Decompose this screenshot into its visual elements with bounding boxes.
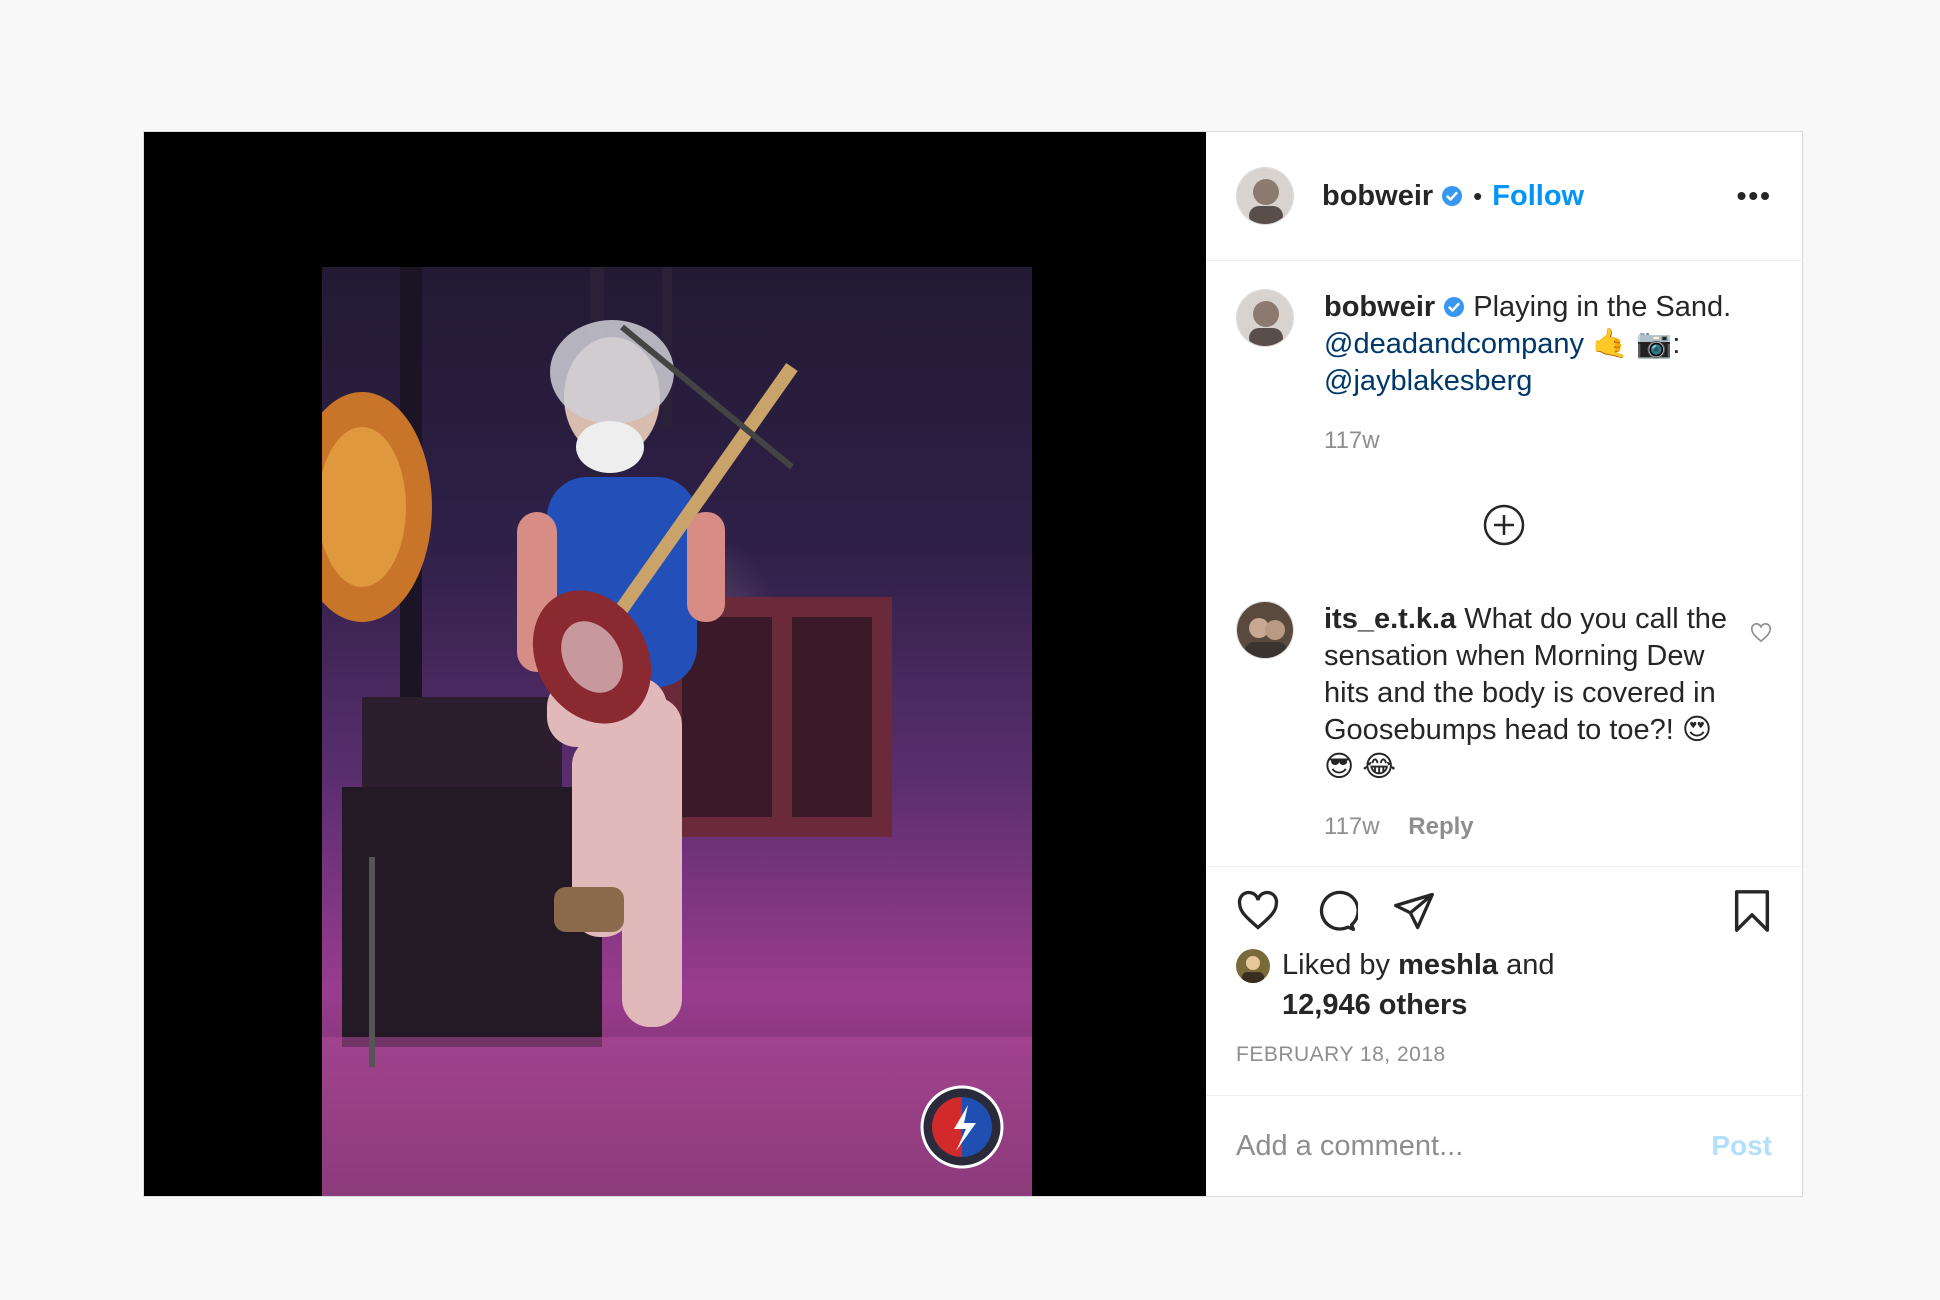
bookmark-icon[interactable] <box>1732 888 1772 934</box>
comment-text: its_e.t.k.a What do you call the sensati… <box>1324 601 1750 786</box>
liker-username[interactable]: meshla <box>1398 949 1498 981</box>
author-avatar[interactable] <box>1236 167 1294 225</box>
concert-photo-illustration <box>322 267 1032 1196</box>
post-dialog: bobweir • Follow ••• bobweir Playing in … <box>143 131 1803 1197</box>
comments-section[interactable]: bobweir Playing in the Sand. @deadandcom… <box>1206 261 1802 866</box>
post-photo <box>322 267 1032 1196</box>
mention-jayblakesberg[interactable]: @jayblakesberg <box>1324 365 1532 397</box>
comment-age[interactable]: 117w <box>1324 813 1380 840</box>
caption-text: bobweir Playing in the Sand. @deadandcom… <box>1324 289 1754 400</box>
caption-avatar[interactable] <box>1236 289 1294 347</box>
heart-icon[interactable] <box>1236 890 1280 932</box>
verified-badge-icon <box>1441 185 1463 207</box>
comment-item: its_e.t.k.a What do you call the sensati… <box>1236 601 1772 845</box>
mention-deadandcompany[interactable]: @deadandcompany <box>1324 328 1584 360</box>
caption-username[interactable]: bobweir <box>1324 291 1435 323</box>
comment-meta: 117w Reply <box>1324 808 1750 845</box>
more-options-icon[interactable]: ••• <box>1737 182 1772 210</box>
verified-badge-icon <box>1443 291 1465 317</box>
share-icon[interactable] <box>1392 889 1436 933</box>
post-sidebar: bobweir • Follow ••• bobweir Playing in … <box>1206 132 1802 1196</box>
caption-emoji: 🤙 📷: <box>1592 328 1681 360</box>
likes-text: Liked by meshla and 12,946 others <box>1282 945 1554 1025</box>
caption: bobweir Playing in the Sand. @deadandcom… <box>1236 289 1772 459</box>
load-more-icon[interactable] <box>1482 503 1526 547</box>
comment-body: its_e.t.k.a What do you call the sensati… <box>1324 601 1750 845</box>
commenter-avatar[interactable] <box>1236 601 1294 659</box>
add-comment-bar: Post <box>1206 1095 1802 1196</box>
caption-text-start: Playing in the Sand. <box>1473 291 1732 323</box>
likes-prefix: Liked by <box>1282 949 1391 981</box>
liker-avatar[interactable] <box>1236 949 1270 983</box>
post-comment-button[interactable]: Post <box>1711 1130 1772 1162</box>
post-date[interactable]: FEBRUARY 18, 2018 <box>1236 1043 1772 1067</box>
post-media[interactable] <box>144 132 1206 1196</box>
caption-age[interactable]: 117w <box>1324 427 1380 454</box>
caption-body: bobweir Playing in the Sand. @deadandcom… <box>1324 289 1754 459</box>
comment-input[interactable] <box>1236 1129 1712 1163</box>
header-separator: • <box>1473 180 1483 211</box>
caption-meta: 117w <box>1324 422 1754 459</box>
author-username[interactable]: bobweir <box>1322 180 1433 213</box>
action-icons <box>1236 887 1772 935</box>
follow-button[interactable]: Follow <box>1492 180 1584 213</box>
post-actions: Liked by meshla and 12,946 others FEBRUA… <box>1206 866 1802 1095</box>
comment-icon[interactable] <box>1314 889 1358 933</box>
likes-summary: Liked by meshla and 12,946 others <box>1236 945 1772 1025</box>
likes-conj: and <box>1506 949 1555 981</box>
likes-others[interactable]: 12,946 others <box>1282 989 1467 1021</box>
comment-like-heart-icon[interactable] <box>1750 623 1772 648</box>
load-more-comments[interactable] <box>1236 503 1772 547</box>
commenter-username[interactable]: its_e.t.k.a <box>1324 603 1456 635</box>
reply-button[interactable]: Reply <box>1408 813 1473 840</box>
post-header: bobweir • Follow ••• <box>1206 132 1802 261</box>
